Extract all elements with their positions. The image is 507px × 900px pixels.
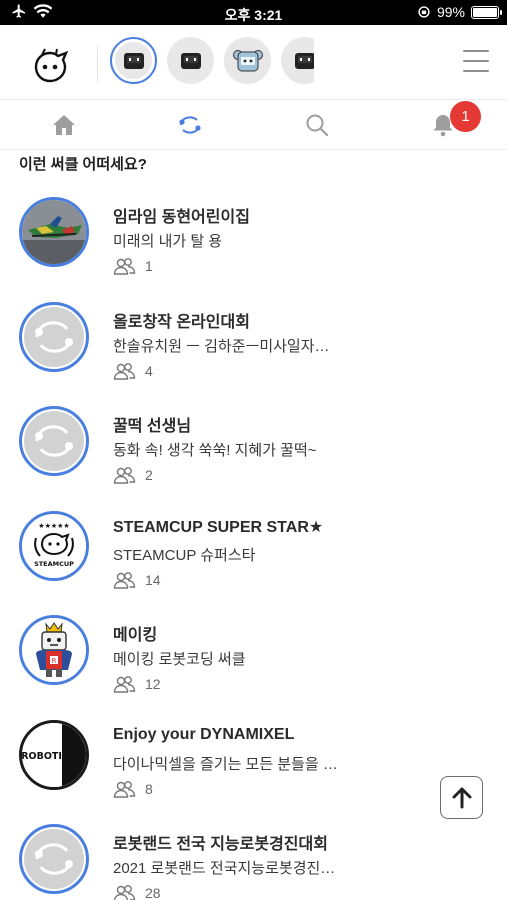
member-count-value: 8 [145,780,153,797]
circle-title: 꿀떡 선생님 [113,418,192,435]
circle-thumbnail: R [19,615,89,685]
member-count-value: 4 [145,362,153,379]
circle-link-icon [179,116,201,134]
members-icon [113,885,136,900]
menu-line [463,60,489,62]
my-circle-avatar[interactable] [281,37,314,84]
members-icon [113,571,136,589]
list-item[interactable]: ROBOTIS Enjoy your DYNAMIXEL 다이나믹셀을 즐기는 … [0,713,507,818]
my-circles-strip [110,37,314,84]
circle-thumbnail [19,301,89,372]
robot-king-icon: R [22,618,86,682]
robot-screen-face-icon [180,52,201,69]
members-icon [113,467,136,484]
circle-link-icon [35,425,73,457]
member-count-value: 1 [145,258,153,274]
member-count-value: 14 [145,571,161,588]
circle-thumbnail [19,406,89,476]
svg-text:ROBOTIS: ROBOTIS [22,751,69,762]
circle-title: STEAMCUP SUPER STAR★ [113,518,324,536]
tab-bar: 1 [0,100,507,150]
circle-thumbnail [19,824,89,894]
tab-search[interactable] [304,112,330,138]
list-item[interactable]: 꿀떡 선생님 동화 속! 생각 쑥쑥! 지혜가 꿀떡~ 2 [0,399,507,504]
members-icon [113,258,136,275]
home-icon [53,115,75,135]
svg-text:★★★★★: ★★★★★ [38,522,69,530]
circle-title: 올로창작 온라인대회 [113,313,250,331]
robotis-logo: ROBOTIS [22,722,86,787]
circle-description: 동화 속! 생각 쑥쑥! 지혜가 꿀떡~ [113,442,317,459]
menu-line [463,50,489,52]
circle-title: 메이킹 [113,627,158,644]
circle-title: 로봇랜드 전국 지능로봇경진대회 [113,836,328,853]
status-right: 99% [417,4,502,20]
member-count: 14 [113,571,161,589]
circle-thumbnail: ★★★★★ STEAMCUP [19,510,89,581]
hamburger-menu-icon[interactable] [463,50,489,72]
member-count: 28 [113,884,161,900]
arrow-up-icon [452,787,471,808]
circle-title: 임라임 동현어린이집 [113,209,250,226]
search-icon [306,114,329,137]
list-item[interactable]: R 메이킹 메이킹 로봇코딩 써클 12 [0,608,507,713]
circle-link-icon [35,843,73,875]
list-item[interactable]: 로봇랜드 전국 지능로봇경진대회 2021 로봇랜드 전국지능로봇경진… 28 [0,817,507,900]
my-circle-avatar[interactable] [224,37,271,84]
member-count-value: 12 [145,676,161,692]
circle-description: 다이나믹셀을 즐기는 모든 분들을 … [113,755,338,773]
circle-thumbnail: ROBOTIS [19,719,89,790]
header-divider [97,45,98,83]
svg-text:STEAMCUP: STEAMCUP [34,560,74,568]
section-title: 이런 써클 어떠세요? [19,156,147,173]
member-count-value: 28 [145,885,161,900]
circle-description: 메이킹 로봇코딩 써클 [113,651,246,668]
recommended-circle-list: 임라임 동현어린이집 미래의 내가 탈 용 1 올로창작 온라인대회 한솔유치원… [0,190,507,900]
app-header [0,25,507,100]
list-item[interactable]: 올로창작 온라인대회 한솔유치원 ㅡ 김하준ㅡ미사일자… 4 [0,295,507,400]
circle-description: 미래의 내가 탈 용 [113,233,223,250]
notification-badge: 1 [450,101,481,132]
member-count: 12 [113,675,161,693]
circle-title: Enjoy your DYNAMIXEL [113,725,295,743]
tab-home[interactable] [51,112,77,138]
circle-description: STEAMCUP 슈퍼스타 [113,546,256,564]
app-logo-icon[interactable] [28,45,72,85]
orientation-lock-icon [418,6,430,18]
battery-fill [473,7,497,17]
battery-icon [471,5,502,19]
robot-screen-face-icon [123,52,144,69]
list-item[interactable]: ★★★★★ STEAMCUP STEAMCUP SUPER STAR★ STEA… [0,504,507,609]
my-circle-avatar-selected[interactable] [110,37,157,84]
menu-line [463,70,489,72]
member-count: 1 [113,257,153,275]
steamcup-logo: ★★★★★ STEAMCUP [22,513,86,578]
koala-robot-icon [232,49,263,71]
members-icon [113,780,136,798]
scroll-to-top-button[interactable] [440,776,483,819]
members-icon [113,362,136,380]
circle-description: 2021 로봇랜드 전국지능로봇경진… [113,860,336,877]
members-icon [113,676,136,693]
member-count: 8 [113,780,153,798]
circle-description: 한솔유치원 ㅡ 김하준ㅡ미사일자… [113,337,330,355]
status-bar: 오후 3:21 99% [0,0,507,25]
tab-circle[interactable] [177,112,203,138]
my-circle-avatar[interactable] [167,37,214,84]
circle-thumbnail [19,197,89,267]
member-count-value: 2 [145,467,153,483]
battery-percent: 99% [436,4,465,20]
list-item[interactable]: 임라임 동현어린이집 미래의 내가 탈 용 1 [0,190,507,295]
robot-screen-face-icon [294,52,314,69]
member-count: 2 [113,466,153,484]
svg-text:R: R [52,657,57,665]
member-count: 4 [113,362,153,380]
circle-link-icon [35,320,73,353]
